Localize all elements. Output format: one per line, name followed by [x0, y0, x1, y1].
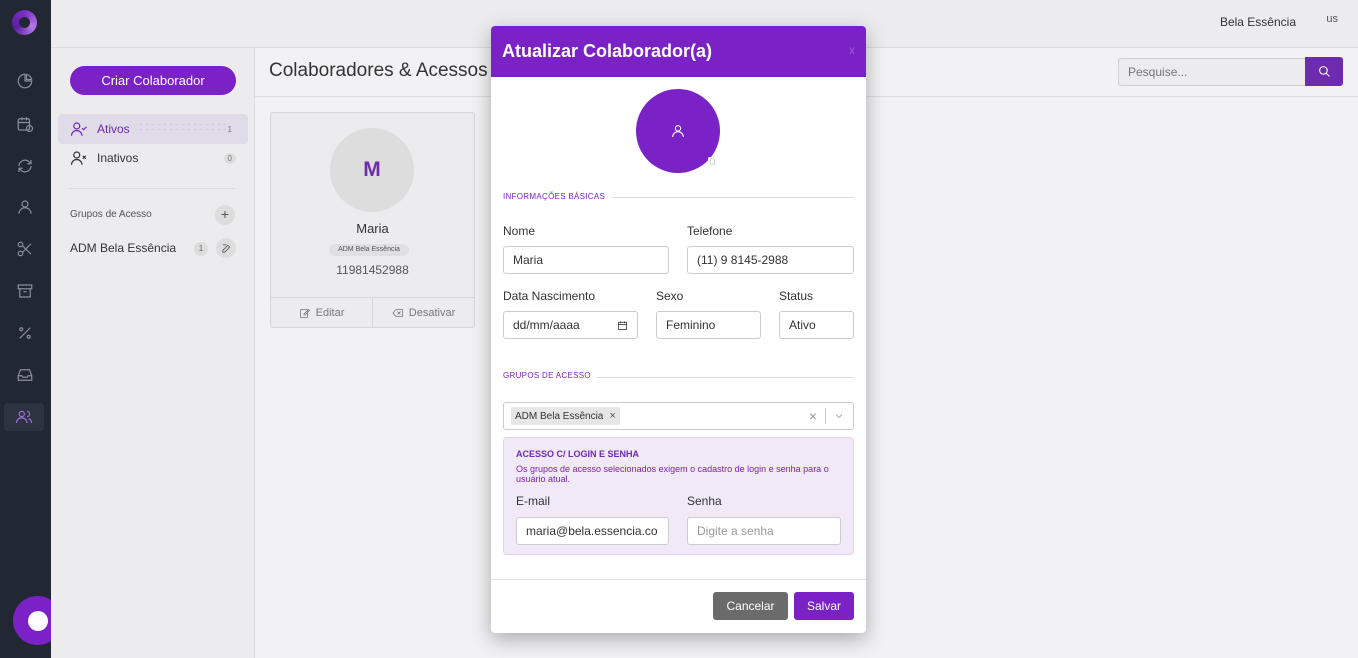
sex-value: Feminino [666, 318, 716, 332]
password-label: Senha [687, 494, 722, 508]
save-button[interactable]: Salvar [794, 592, 854, 620]
sex-label: Sexo [656, 289, 684, 303]
modal-title: Atualizar Colaborador(a) [502, 41, 713, 61]
login-access-panel: ACESSO C/ LOGIN E SENHA Os grupos de ace… [503, 437, 854, 555]
name-field[interactable]: Maria [503, 246, 669, 274]
calendar-icon[interactable] [617, 320, 628, 331]
remove-chip-icon[interactable]: × [609, 410, 615, 422]
login-description: Os grupos de acesso selecionados exigem … [516, 464, 829, 484]
chevron-down-icon[interactable] [833, 410, 845, 422]
clear-selection-icon[interactable]: × [809, 408, 817, 424]
password-field[interactable]: Digite a senha [687, 517, 841, 545]
user-icon [672, 125, 684, 138]
divider [612, 197, 854, 198]
phone-label: Telefone [687, 224, 733, 238]
birthdate-label: Data Nascimento [503, 289, 596, 303]
close-icon[interactable]: x [849, 43, 855, 57]
cancel-button[interactable]: Cancelar [713, 592, 788, 620]
access-groups-select[interactable]: ADM Bela Essência × × [503, 402, 854, 430]
status-field[interactable]: Ativo [779, 311, 854, 339]
name-value: Maria [513, 253, 544, 267]
upload-photo-icon[interactable] [708, 157, 717, 166]
modal-header: Atualizar Colaborador(a) x [491, 26, 866, 77]
divider [491, 579, 866, 580]
login-title: ACESSO C/ LOGIN E SENHA [516, 449, 640, 459]
phone-value: (11) 9 8145-2988 [697, 253, 789, 267]
password-placeholder: Digite a senha [697, 524, 774, 538]
email-field[interactable]: maria@bela.essencia.co [516, 517, 669, 545]
selected-group-chip: ADM Bela Essência × [511, 407, 620, 425]
sex-field[interactable]: Feminino [656, 311, 761, 339]
status-value: Ativo [789, 318, 816, 332]
birthdate-value: dd/mm/aaaa [513, 318, 580, 332]
name-label: Nome [503, 224, 536, 238]
update-collaborator-modal: Atualizar Colaborador(a) x INFORMAÇÕES B… [491, 26, 866, 633]
email-value: maria@bela.essencia.co [526, 524, 658, 538]
phone-field[interactable]: (11) 9 8145-2988 [687, 246, 854, 274]
status-label: Status [779, 289, 814, 303]
chip-label: ADM Bela Essência [515, 410, 604, 422]
section-access-groups: GRUPOS DE ACESSO [503, 371, 591, 380]
birthdate-field[interactable]: dd/mm/aaaa [503, 311, 638, 339]
divider [597, 377, 854, 378]
email-label: E-mail [516, 494, 551, 508]
select-separator [825, 408, 826, 424]
section-basic-info: INFORMAÇÕES BÁSICAS [503, 192, 606, 201]
